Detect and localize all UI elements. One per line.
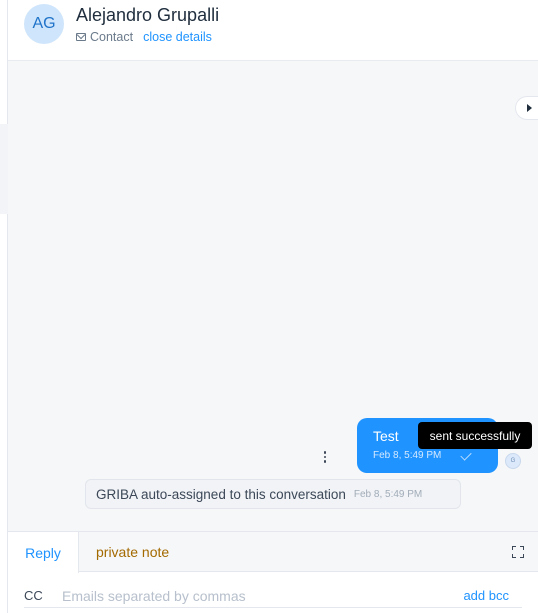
check-icon[interactable] <box>460 449 472 461</box>
reply-tabs: Reply private note <box>8 532 538 573</box>
activity-message: GRIBA auto-assigned to this conversation… <box>85 479 461 509</box>
sender-avatar: G <box>505 453 521 469</box>
status-tooltip: sent successfully <box>418 422 532 449</box>
tab-private-note[interactable]: private note <box>96 532 169 572</box>
message-list[interactable]: Test Feb 8, 5:49 PM G sent successfully … <box>8 61 538 531</box>
left-rail <box>0 0 8 613</box>
contact-type-label: Contact <box>90 30 134 44</box>
close-details-link[interactable]: close details <box>143 30 212 44</box>
left-rail-highlight <box>0 124 8 214</box>
caret-right-icon <box>526 104 532 112</box>
tab-reply[interactable]: Reply <box>8 532 79 573</box>
add-bcc-link[interactable]: add bcc <box>463 588 509 603</box>
message-actions-button[interactable] <box>323 451 327 463</box>
cc-label: CC <box>24 588 43 603</box>
contact-name[interactable]: Alejandro Grupalli <box>76 5 219 26</box>
cc-input[interactable] <box>62 587 452 604</box>
sidebar-toggle-button[interactable] <box>515 96 538 120</box>
message-timestamp: Feb 8, 5:49 PM <box>373 450 442 461</box>
message-text: Test <box>373 428 399 444</box>
activity-timestamp: Feb 8, 5:49 PM <box>353 488 423 500</box>
contact-meta: Contact close details <box>76 30 212 44</box>
contact-avatar: AG <box>24 4 64 44</box>
mail-icon <box>76 33 86 41</box>
more-vertical-icon <box>323 451 327 454</box>
reply-box: Reply private note CC add bcc <box>8 531 538 613</box>
conversation-header: AG Alejandro Grupalli Contact close deta… <box>8 0 538 61</box>
expand-icon[interactable] <box>512 546 524 558</box>
activity-text: GRIBA auto-assigned to this conversation <box>96 486 346 502</box>
cc-row: CC add bcc <box>24 584 522 608</box>
